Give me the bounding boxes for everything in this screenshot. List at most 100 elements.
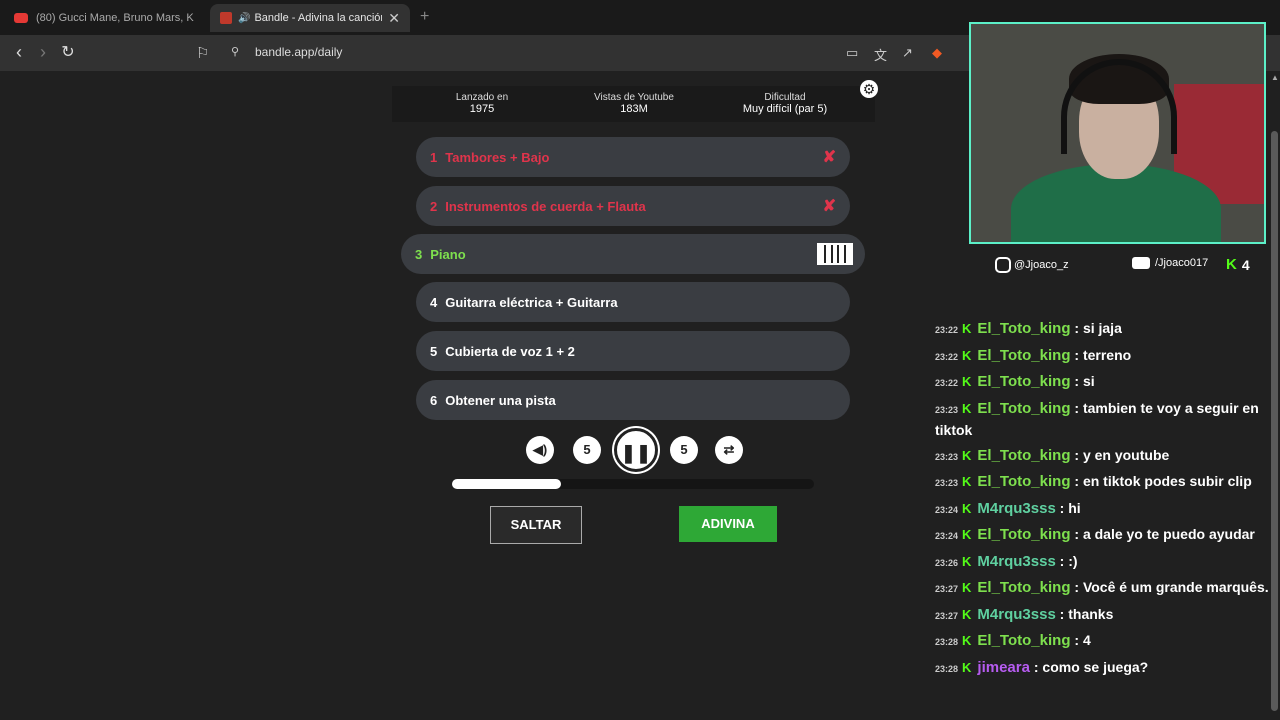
chat-text: a dale yo te puedo ayudar xyxy=(1082,526,1255,542)
chat-separator: : xyxy=(1070,320,1083,336)
views-value: 183M xyxy=(620,103,648,115)
kick-badge-icon: K xyxy=(962,580,972,595)
chat-message: 23:22 K El_Toto_king : terreno xyxy=(935,345,1269,368)
row-label: Tambores + Bajo xyxy=(445,149,550,165)
kick-badge-icon: K xyxy=(962,659,972,675)
tab-bandle[interactable]: 🔊 Bandle - Adivina la canción, a ✕ xyxy=(210,4,410,32)
pause-button[interactable]: ❚❚ xyxy=(614,428,658,472)
chat-text: terreno xyxy=(1082,346,1132,363)
chat-username[interactable]: M4rqu3sss xyxy=(977,500,1055,517)
speaker-icon[interactable]: 🔊 xyxy=(238,13,250,24)
chat-message: 23:26 K M4rqu3sss : :) xyxy=(935,551,1269,574)
forward-5-button[interactable]: 5 xyxy=(670,436,698,464)
kick-viewers: K 4 xyxy=(1226,256,1250,273)
tab-title: Bandle - Adivina la canción, a xyxy=(254,12,382,24)
chat-message: 23:23 K El_Toto_king : en tiktok podes sub… xyxy=(935,471,1269,494)
close-tab-icon[interactable]: ✕ xyxy=(388,10,400,27)
chat-separator: : xyxy=(1055,552,1069,569)
chat-username[interactable]: El_Toto_king xyxy=(977,447,1070,464)
chat-username[interactable]: El_Toto_king xyxy=(977,400,1070,417)
chat-message: 23:24 K M4rqu3sss : hi xyxy=(935,498,1269,521)
chat-timestamp: 23:22 xyxy=(935,351,959,362)
chat-separator: : xyxy=(1070,346,1083,363)
brave-shield-icon[interactable]: ◆ xyxy=(932,45,942,61)
youtube-icon xyxy=(14,13,28,23)
kick-badge-icon: K xyxy=(962,527,972,542)
site-info-icon[interactable]: ⚲ xyxy=(231,45,239,58)
row-number: 2 xyxy=(430,198,438,214)
chat-text: como se juega? xyxy=(1042,658,1149,675)
tab-youtube[interactable]: (80) Gucci Mane, Bruno Mars, Kodak xyxy=(4,4,204,32)
chat-timestamp: 23:26 xyxy=(935,557,959,568)
chat-message: 23:28 K El_Toto_king : 4 xyxy=(935,630,1269,653)
chat-username[interactable]: El_Toto_king xyxy=(977,526,1070,543)
chat-separator: : xyxy=(1055,499,1069,516)
chat-message: 23:24 K El_Toto_king : a dale yo te puedo … xyxy=(935,524,1269,547)
bookmark-icon[interactable]: ⚐ xyxy=(196,44,209,62)
released-label: Lanzado en xyxy=(455,92,509,103)
scroll-up-icon[interactable]: ▲ xyxy=(1271,73,1279,82)
chat-username[interactable]: El_Toto_king xyxy=(977,632,1070,649)
chat-timestamp: 23:27 xyxy=(935,584,959,594)
piano-icon xyxy=(817,243,853,265)
chat-timestamp: 23:27 xyxy=(935,610,959,621)
chat-timestamp: 23:22 xyxy=(935,325,959,335)
skip-button[interactable]: SALTAR xyxy=(490,506,582,544)
kick-badge-icon: K xyxy=(962,553,972,569)
chat-username[interactable]: M4rqu3sss xyxy=(977,606,1055,623)
loop-icon[interactable]: ⇄ xyxy=(715,436,743,464)
scrollbar-thumb[interactable] xyxy=(1271,131,1278,711)
song-info-bar: Lanzado en 1975 Vistas de Youtube 183M D… xyxy=(392,86,875,122)
chat-message: 23:27 K El_Toto_king : Você é um grande ma… xyxy=(935,577,1269,600)
youtube-small-icon xyxy=(1132,257,1150,269)
difficulty-info: Dificultad Muy difícil (par 5) xyxy=(710,92,860,115)
hint-row[interactable]: 6 Obtener una pista xyxy=(416,380,850,420)
chat-username[interactable]: El_Toto_king xyxy=(977,347,1070,364)
instagram-text: @Jjoaco_z xyxy=(1014,259,1069,271)
forward-icon[interactable]: › xyxy=(32,42,54,63)
chat-username[interactable]: El_Toto_king xyxy=(977,320,1070,337)
share-icon[interactable]: ↗ xyxy=(902,45,913,61)
chat-timestamp: 23:23 xyxy=(935,404,959,415)
instagram-handle: @Jjoaco_z xyxy=(995,257,1069,273)
chat-separator: : xyxy=(1070,526,1083,542)
cast-icon[interactable]: ▭ xyxy=(846,45,858,61)
chat-username[interactable]: M4rqu3sss xyxy=(977,553,1055,570)
chat-text: Você é um grande marquês. xyxy=(1082,579,1269,595)
playback-progress-bar[interactable] xyxy=(452,479,814,489)
row-label: Piano xyxy=(430,246,466,262)
chat-timestamp: 23:24 xyxy=(935,504,959,515)
chat-text: thanks xyxy=(1068,605,1114,622)
row-label: Instrumentos de cuerda + Flauta xyxy=(445,198,646,214)
guess-button[interactable]: ADIVINA xyxy=(679,506,777,542)
chat-timestamp: 23:28 xyxy=(935,637,959,647)
reload-icon[interactable]: ↻ xyxy=(57,42,79,62)
translate-icon[interactable]: 文 xyxy=(874,45,887,64)
new-tab-button[interactable]: + xyxy=(420,8,429,26)
chat-username[interactable]: El_Toto_king xyxy=(977,373,1070,390)
url-text: bandle.app/daily xyxy=(255,45,343,59)
chat-text: en tiktok podes subir clip xyxy=(1082,473,1252,489)
released-value: 1975 xyxy=(469,103,495,115)
volume-icon[interactable]: ◀) xyxy=(526,436,554,464)
chat-text: si xyxy=(1082,373,1095,389)
difficulty-label: Dificultad xyxy=(764,92,806,103)
difficulty-value: Muy difícil (par 5) xyxy=(742,103,828,115)
youtube-handle: /Jjoaco017 xyxy=(1132,257,1208,269)
kick-badge-icon: K xyxy=(962,474,972,489)
page-scrollbar[interactable]: ▲ xyxy=(1269,71,1280,720)
attempt-row-2: 2 Instrumentos de cuerda + Flauta ✘ xyxy=(416,186,850,226)
settings-gear-icon[interactable]: ⚙ xyxy=(860,80,878,98)
chat-username[interactable]: jimeara xyxy=(977,659,1030,676)
youtube-text: /Jjoaco017 xyxy=(1155,257,1209,269)
chat-separator: : xyxy=(1070,373,1083,389)
back-icon[interactable]: ‹ xyxy=(8,42,30,63)
views-label: Vistas de Youtube xyxy=(594,92,674,103)
attempt-row-3: 3 Piano xyxy=(401,234,865,274)
kick-badge-icon: K xyxy=(962,347,972,363)
chat-username[interactable]: El_Toto_king xyxy=(977,473,1070,490)
released-info: Lanzado en 1975 xyxy=(407,92,557,115)
chat-username[interactable]: El_Toto_king xyxy=(977,579,1070,596)
rewind-5-button[interactable]: 5 xyxy=(573,436,601,464)
chat-timestamp: 23:22 xyxy=(935,378,959,388)
